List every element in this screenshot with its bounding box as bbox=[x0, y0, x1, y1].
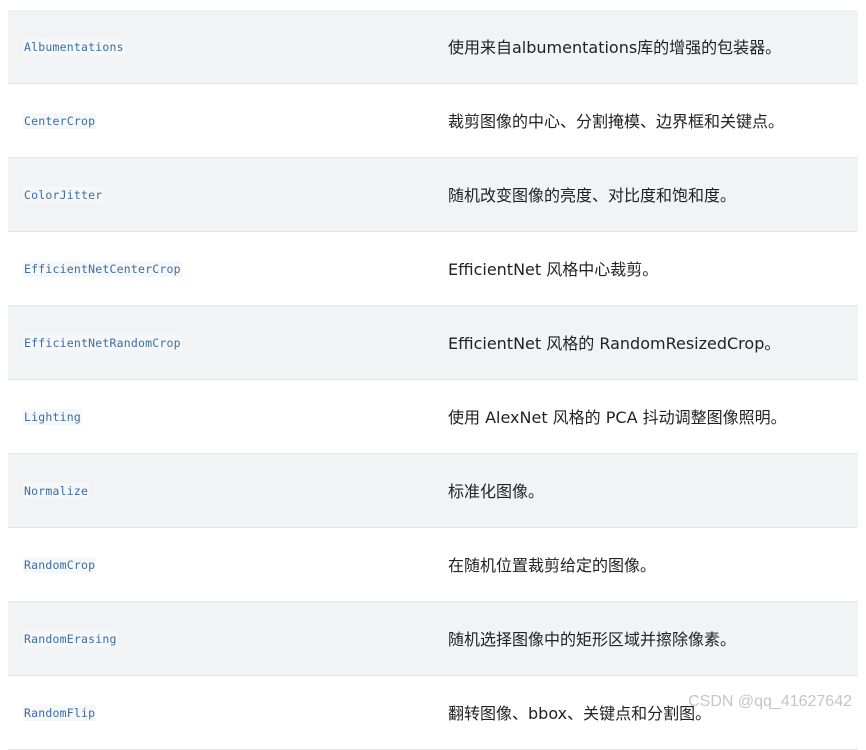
transforms-table: Albumentations 使用来自albumentations库的增强的包装… bbox=[8, 10, 858, 750]
transform-description: 标准化图像。 bbox=[448, 481, 545, 501]
transform-name-link[interactable]: EfficientNetRandomCrop bbox=[23, 334, 182, 351]
description-cell: EfficientNet 风格中心裁剪。 bbox=[448, 232, 658, 305]
table-row: RandomCrop 在随机位置裁剪给定的图像。 bbox=[8, 528, 858, 602]
name-cell: Normalize bbox=[23, 454, 90, 527]
description-cell: 裁剪图像的中心、分割掩模、边界框和关键点。 bbox=[448, 84, 784, 157]
transform-name-link[interactable]: EfficientNetCenterCrop bbox=[23, 260, 182, 277]
transform-description: 随机选择图像中的矩形区域并擦除像素。 bbox=[448, 629, 737, 649]
name-cell: RandomFlip bbox=[23, 676, 97, 749]
table-row: EfficientNetCenterCrop EfficientNet 风格中心… bbox=[8, 232, 858, 306]
transform-name-link[interactable]: RandomFlip bbox=[23, 704, 97, 721]
name-cell: RandomErasing bbox=[23, 602, 118, 675]
transform-description: 在随机位置裁剪给定的图像。 bbox=[448, 555, 657, 575]
transform-description: EfficientNet 风格中心裁剪。 bbox=[448, 259, 659, 279]
transform-description: 使用 AlexNet 风格的 PCA 抖动调整图像照明。 bbox=[448, 407, 787, 427]
transform-name-link[interactable]: Normalize bbox=[23, 482, 90, 499]
table-row: RandomErasing 随机选择图像中的矩形区域并擦除像素。 bbox=[8, 602, 858, 676]
table-row: CenterCrop 裁剪图像的中心、分割掩模、边界框和关键点。 bbox=[8, 84, 858, 158]
transform-name-link[interactable]: Lighting bbox=[23, 408, 82, 425]
description-cell: 随机改变图像的亮度、对比度和饱和度。 bbox=[448, 158, 736, 231]
transform-description: 使用来自albumentations库的增强的包装器。 bbox=[448, 37, 782, 57]
transform-description: 翻转图像、bbox、关键点和分割图。 bbox=[448, 703, 712, 723]
transform-name-link[interactable]: RandomCrop bbox=[23, 556, 97, 573]
transform-name-link[interactable]: Albumentations bbox=[23, 38, 125, 55]
name-cell: EfficientNetRandomCrop bbox=[23, 306, 182, 379]
name-cell: EfficientNetCenterCrop bbox=[23, 232, 182, 305]
description-cell: 使用 AlexNet 风格的 PCA 抖动调整图像照明。 bbox=[448, 380, 787, 453]
name-cell: Albumentations bbox=[23, 10, 125, 83]
transform-description: 随机改变图像的亮度、对比度和饱和度。 bbox=[448, 185, 737, 205]
table-row: RandomFlip 翻转图像、bbox、关键点和分割图。 bbox=[8, 676, 858, 750]
table-row: Lighting 使用 AlexNet 风格的 PCA 抖动调整图像照明。 bbox=[8, 380, 858, 454]
name-cell: ColorJitter bbox=[23, 158, 104, 231]
name-cell: RandomCrop bbox=[23, 528, 97, 601]
transform-name-link[interactable]: RandomErasing bbox=[23, 630, 118, 647]
name-cell: Lighting bbox=[23, 380, 82, 453]
description-cell: 使用来自albumentations库的增强的包装器。 bbox=[448, 10, 781, 83]
transform-description: EfficientNet 风格的 RandomResizedCrop。 bbox=[448, 333, 781, 353]
table-row: Albumentations 使用来自albumentations库的增强的包装… bbox=[8, 10, 858, 84]
name-cell: CenterCrop bbox=[23, 84, 97, 157]
table-row: Normalize 标准化图像。 bbox=[8, 454, 858, 528]
table-row: EfficientNetRandomCrop EfficientNet 风格的 … bbox=[8, 306, 858, 380]
description-cell: 在随机位置裁剪给定的图像。 bbox=[448, 528, 656, 601]
transform-name-link[interactable]: CenterCrop bbox=[23, 112, 97, 129]
watermark-text: CSDN @qq_41627642 bbox=[688, 693, 852, 710]
description-cell: 标准化图像。 bbox=[448, 454, 544, 527]
transform-description: 裁剪图像的中心、分割掩模、边界框和关键点。 bbox=[448, 111, 785, 131]
description-cell: 翻转图像、bbox、关键点和分割图。 bbox=[448, 676, 711, 749]
table-row: ColorJitter 随机改变图像的亮度、对比度和饱和度。 bbox=[8, 158, 858, 232]
transform-name-link[interactable]: ColorJitter bbox=[23, 186, 104, 203]
description-cell: EfficientNet 风格的 RandomResizedCrop。 bbox=[448, 306, 780, 379]
description-cell: 随机选择图像中的矩形区域并擦除像素。 bbox=[448, 602, 736, 675]
